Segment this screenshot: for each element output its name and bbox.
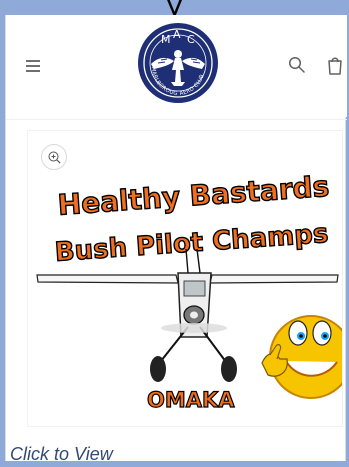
page: y M A C MARLBOROUG AERO CLUB Healthy Bas… <box>0 0 349 467</box>
site-header: M A C MARLBOROUGH AERO CLUB <box>6 15 347 117</box>
header-divider <box>6 119 347 120</box>
logo-letter-m: M <box>161 33 171 46</box>
product-image[interactable]: Healthy Bastards Bush Pilot Champs OMAKA <box>27 130 343 427</box>
content-frame: M A C MARLBOROUGH AERO CLUB <box>5 15 347 464</box>
logo-letter-c: C <box>187 33 195 46</box>
click-to-view-link[interactable]: Click to View <box>10 444 113 465</box>
location-label: OMAKA <box>146 387 235 412</box>
hamburger-icon <box>26 60 40 62</box>
club-logo[interactable]: M A C MARLBOROUGH AERO CLUB <box>136 21 220 105</box>
menu-button[interactable] <box>22 55 44 77</box>
zoom-icon <box>48 151 61 164</box>
logo-letter-a: A <box>173 28 181 41</box>
poster-location: OMAKA <box>147 388 235 412</box>
search-button[interactable] <box>287 55 307 75</box>
cart-icon <box>328 60 342 75</box>
event-poster[interactable]: Healthy Bastards Bush Pilot Champs OMAKA <box>28 131 343 427</box>
zoom-button[interactable] <box>41 144 67 170</box>
hamburger-icon <box>26 65 40 67</box>
cart-button[interactable] <box>325 54 345 76</box>
hamburger-icon <box>26 70 40 72</box>
